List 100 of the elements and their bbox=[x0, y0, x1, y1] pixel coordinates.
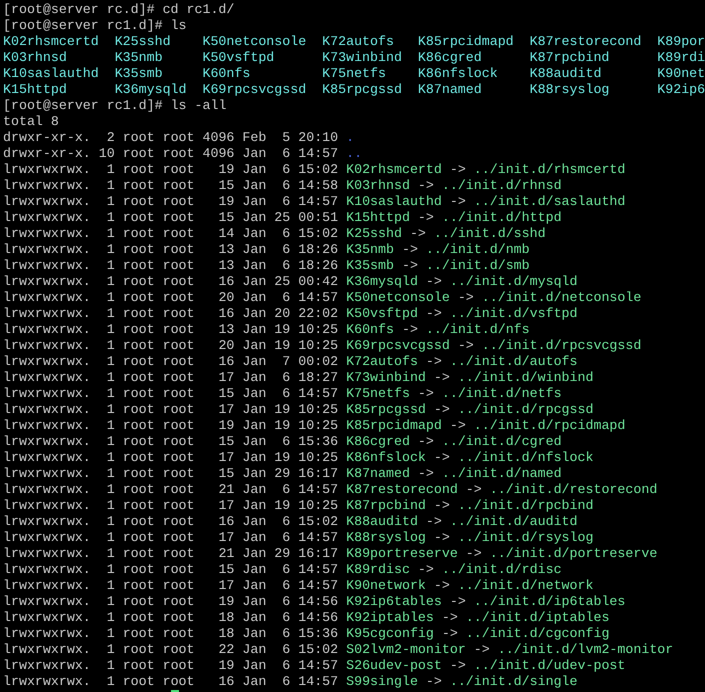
file-name: K35smb bbox=[346, 258, 394, 274]
file-name: K89portreserve bbox=[346, 546, 458, 562]
file-name: K02rhsmcertd bbox=[3, 34, 100, 50]
file-name: K03rhnsd bbox=[346, 178, 410, 194]
file-name: K87restorecond bbox=[530, 34, 642, 50]
file-name: K87restorecond bbox=[346, 482, 458, 498]
link-target: ../init.d/udev-post bbox=[474, 658, 626, 674]
file-details: lrwxrwxrwx. 1 root root 19 Jan 6 15:02 bbox=[3, 162, 338, 178]
link-arrow: -> bbox=[466, 482, 482, 498]
link-arrow: -> bbox=[402, 322, 418, 338]
file-name: K69rpcsvcgssd bbox=[202, 82, 308, 98]
file-name: K86nfslock bbox=[418, 66, 499, 82]
link-arrow: -> bbox=[426, 514, 442, 530]
link-target: ../init.d/rpcgssd bbox=[458, 402, 594, 418]
file-details: lrwxrwxrwx. 1 root root 16 Jan 25 00:42 bbox=[3, 274, 338, 290]
link-target: ../init.d/portreserve bbox=[490, 546, 658, 562]
file-name: K92ip6tables bbox=[346, 594, 442, 610]
file-name: S26udev-post bbox=[346, 658, 442, 674]
file-name: K50netconsole bbox=[202, 34, 308, 50]
file-details: lrwxrwxrwx. 1 root root 15 Jan 6 14:57 bbox=[3, 386, 338, 402]
link-arrow: -> bbox=[450, 418, 466, 434]
link-target: ../init.d/nfs bbox=[426, 322, 530, 338]
file-name: S99single bbox=[346, 674, 418, 690]
file-name: . bbox=[346, 130, 354, 146]
link-target: ../init.d/autofs bbox=[450, 354, 578, 370]
file-name: K25sshd bbox=[114, 34, 172, 50]
file-name: K87rpcbind bbox=[346, 498, 426, 514]
file-details: lrwxrwxrwx. 1 root root 21 Jan 6 14:57 bbox=[3, 482, 338, 498]
link-arrow: -> bbox=[402, 258, 418, 274]
link-arrow: -> bbox=[418, 386, 434, 402]
link-arrow: -> bbox=[450, 194, 466, 210]
link-arrow: -> bbox=[434, 530, 450, 546]
command-text: ls -all bbox=[170, 98, 226, 114]
link-target: ../init.d/cgconfig bbox=[466, 626, 610, 642]
file-details: lrwxrwxrwx. 1 root root 13 Jan 6 18:26 bbox=[3, 242, 338, 258]
file-name: K87named bbox=[346, 466, 410, 482]
file-details: lrwxrwxrwx. 1 root root 16 Jan 6 15:02 bbox=[3, 514, 338, 530]
link-target: ../init.d/rdisc bbox=[442, 562, 562, 578]
file-name: K73winbind bbox=[322, 50, 403, 66]
file-name: K85rpcgssd bbox=[322, 82, 403, 98]
file-name: K35smb bbox=[114, 66, 164, 82]
output-text: total 8 bbox=[3, 114, 59, 130]
link-target: ../init.d/saslauthd bbox=[474, 194, 626, 210]
shell-prompt: [root@server rc.d]# bbox=[3, 2, 155, 18]
link-arrow: -> bbox=[418, 210, 434, 226]
link-arrow: -> bbox=[434, 370, 450, 386]
file-name: K72autofs bbox=[322, 34, 395, 50]
file-name: K69rpcsvcgssd bbox=[346, 338, 450, 354]
link-target: ../init.d/smb bbox=[426, 258, 530, 274]
link-target: ../init.d/httpd bbox=[442, 210, 562, 226]
file-details: lrwxrwxrwx. 1 root root 15 Jan 6 14:57 bbox=[3, 562, 338, 578]
file-details: lrwxrwxrwx. 1 root root 15 Jan 6 15:36 bbox=[3, 434, 338, 450]
link-target: ../init.d/rhsmcertd bbox=[474, 162, 626, 178]
link-target: ../init.d/named bbox=[442, 466, 562, 482]
file-name: K87rpcbind bbox=[530, 50, 610, 66]
file-details: lrwxrwxrwx. 1 root root 21 Jan 29 16:17 bbox=[3, 546, 338, 562]
command-text: ls bbox=[170, 18, 187, 34]
link-target: ../init.d/lvm2-monitor bbox=[498, 642, 674, 658]
file-name: K50vsftpd bbox=[202, 50, 276, 66]
file-name: K35nmb bbox=[114, 50, 164, 66]
link-target: ../init.d/sshd bbox=[434, 226, 546, 242]
link-target: ../init.d/rhnsd bbox=[442, 178, 562, 194]
file-name: K10saslauthd bbox=[3, 66, 100, 82]
link-target: ../init.d/winbind bbox=[458, 370, 594, 386]
shell-prompt: [root@server rc1.d]# bbox=[3, 18, 163, 34]
command-text: cd rc1.d/ bbox=[162, 2, 234, 18]
file-name: K75netfs bbox=[322, 66, 387, 82]
link-target: ../init.d/network bbox=[458, 578, 594, 594]
file-name: K88rsyslog bbox=[530, 82, 610, 98]
file-details: lrwxrwxrwx. 1 root root 19 Jan 6 14:56 bbox=[3, 594, 338, 610]
link-arrow: -> bbox=[458, 290, 474, 306]
link-arrow: -> bbox=[418, 178, 434, 194]
file-name: K36mysqld bbox=[346, 274, 418, 290]
link-arrow: -> bbox=[402, 242, 418, 258]
file-details: lrwxrwxrwx. 1 root root 17 Jan 6 14:57 bbox=[3, 530, 338, 546]
file-name: K36mysqld bbox=[114, 82, 188, 98]
file-name: .. bbox=[346, 146, 362, 162]
link-arrow: -> bbox=[450, 162, 466, 178]
file-details: drwxr-xr-x. 2 root root 4096 Feb 5 20:10 bbox=[3, 130, 338, 146]
file-name: K75netfs bbox=[346, 386, 410, 402]
link-target: ../init.d/vsftpd bbox=[450, 306, 578, 322]
file-details: lrwxrwxrwx. 1 root root 20 Jan 6 14:57 bbox=[3, 290, 338, 306]
file-name: K88auditd bbox=[346, 514, 418, 530]
link-target: ../init.d/netfs bbox=[442, 386, 562, 402]
file-name: K86nfslock bbox=[346, 450, 426, 466]
file-name: K73winbind bbox=[346, 370, 426, 386]
file-name: K95cgconfig bbox=[346, 626, 434, 642]
file-details: lrwxrwxrwx. 1 root root 18 Jan 6 14:56 bbox=[3, 610, 338, 626]
file-name: S02lvm2-monitor bbox=[346, 642, 466, 658]
file-details: lrwxrwxrwx. 1 root root 13 Jan 19 10:25 bbox=[3, 322, 338, 338]
link-arrow: -> bbox=[410, 226, 426, 242]
file-name: K88rsyslog bbox=[346, 530, 426, 546]
file-name: K72autofs bbox=[346, 354, 418, 370]
link-arrow: -> bbox=[434, 578, 450, 594]
file-details: lrwxrwxrwx. 1 root root 17 Jan 19 10:25 bbox=[3, 402, 338, 418]
link-arrow: -> bbox=[426, 354, 442, 370]
file-name: K02rhsmcertd bbox=[346, 162, 442, 178]
file-details: lrwxrwxrwx. 1 root root 19 Jan 19 10:25 bbox=[3, 418, 338, 434]
file-name: K15httpd bbox=[346, 210, 410, 226]
file-details: lrwxrwxrwx. 1 root root 19 Jan 6 14:57 bbox=[3, 194, 338, 210]
